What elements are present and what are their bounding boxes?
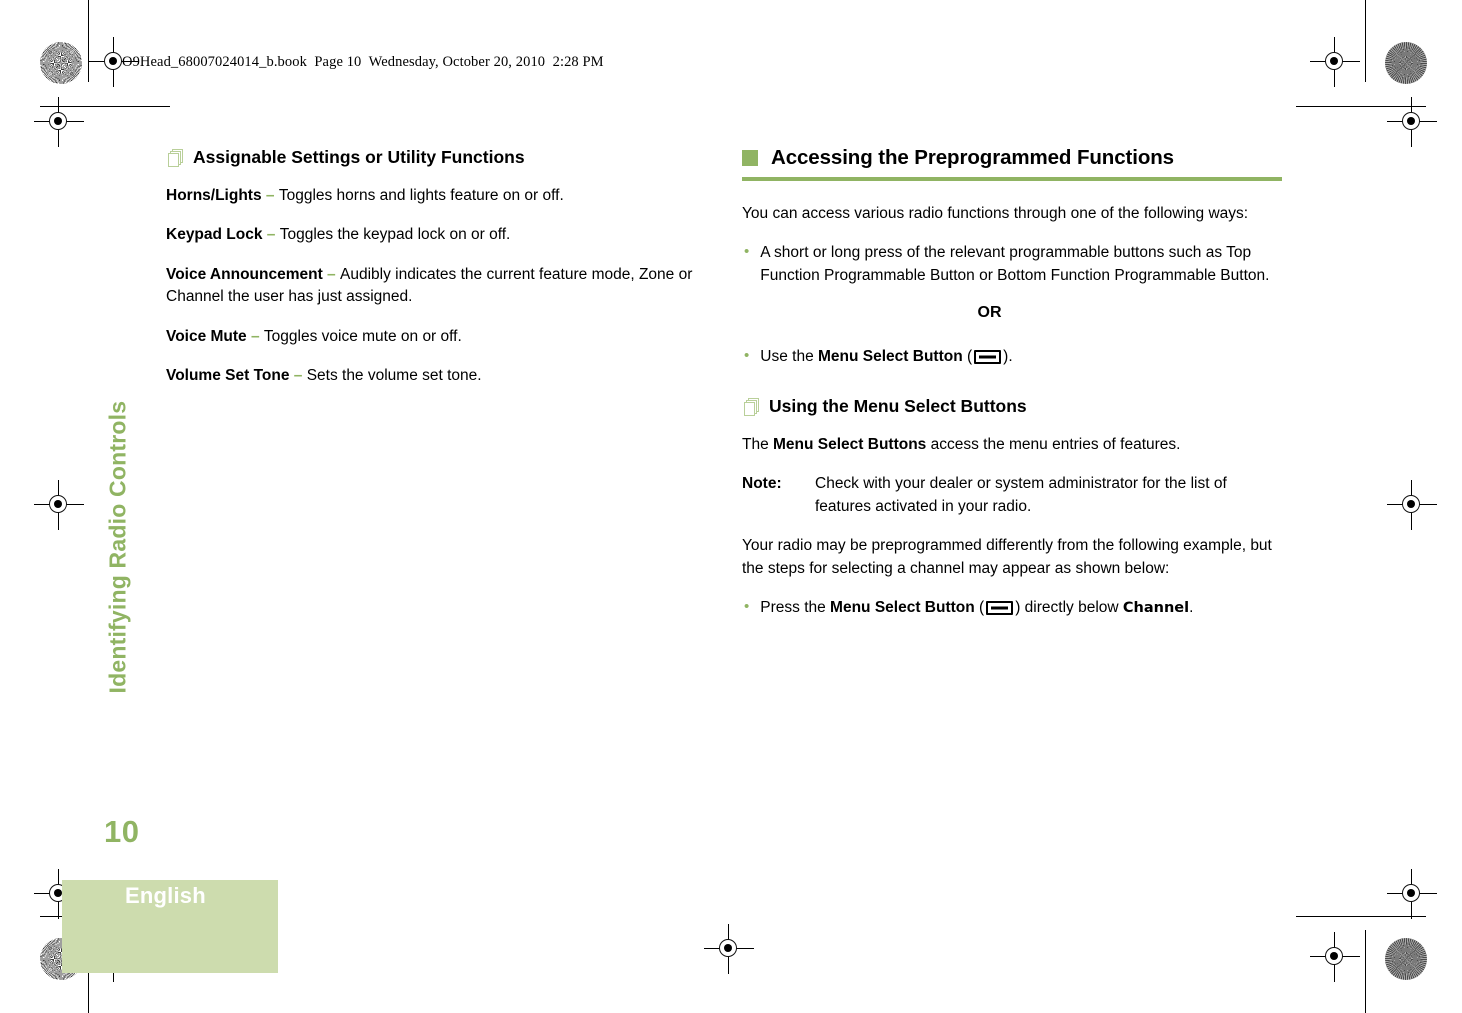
crop-line-right-top-horizontal [1296,106,1426,107]
paragraph-menu-select-buttons: The Menu Select Buttons access the menu … [742,434,1282,456]
heading-using-menu-select-buttons-label: Using the Menu Select Buttons [769,395,1027,416]
heading-using-menu-select-buttons: Using the Menu Select Buttons [742,395,1282,418]
language-label: English [125,883,206,908]
registration-mark-right-lower [1387,869,1437,919]
entry-horns-lights-dash: – [261,187,279,204]
para1-prefix: The [742,435,774,453]
entry-horns-lights: Horns/Lights – Toggles horns and lights … [166,185,706,207]
bullet-short-long-press-text: A short or long press of the relevant pr… [760,244,1270,284]
section-heading-accessing: Accessing the Preprogrammed Functions [742,146,1282,181]
starburst-calibration-mark-top-right [1385,42,1427,84]
crop-line-left-top-horizontal [40,106,170,107]
registration-mark-right-middle [1387,480,1437,530]
bullet-use-menu-select-button: • Use the Menu Select Button (). [742,346,1282,368]
right-column: Accessing the Preprogrammed Functions Yo… [742,146,1282,637]
note-label: Note: [742,475,782,493]
entry-volume-set-tone-description: Sets the volume set tone. [306,367,482,385]
left-column: Assignable Settings or Utility Functions… [166,146,706,405]
entry-voice-mute-dash: – [246,327,264,345]
bullet2-close-paren: ). [1003,348,1013,366]
crop-line-top-right-vertical [1365,0,1366,82]
bullet2-open-paren: ( [966,348,973,366]
section-heading-accessing-label: Accessing the Preprogrammed Functions [771,146,1174,169]
entry-voice-announcement: Voice Announcement – Audibly indicates t… [166,264,706,309]
bullet-press-menu-select-button: • Press the Menu Select Button () direct… [742,597,1282,619]
bullet3-prefix: Press the [760,599,831,617]
paragraph-preprogrammed-example: Your radio may be preprogrammed differen… [742,537,1272,577]
bullet-press-menu-select-button-text: Press the Menu Select Button () directly… [760,597,1282,619]
registration-mark-top-right [1310,37,1360,87]
green-square-icon [742,150,758,166]
note-body: Check with your dealer or system adminis… [815,475,1227,515]
section-heading-rule [742,177,1282,181]
entry-keypad-lock-description: Toggles the keypad lock on or off. [279,226,511,244]
chapter-side-tab: Identifying Radio Controls [104,400,131,694]
registration-mark-bottom-center [704,924,754,974]
entry-volume-set-tone: Volume Set Tone – Sets the volume set to… [166,365,706,387]
para1-bold-term: Menu Select Buttons [773,435,927,453]
pages-stack-icon [166,149,183,169]
entry-voice-announcement-term: Voice Announcement [166,265,323,283]
crop-line-bottom-right-vertical [1365,930,1366,1013]
registration-mark-bottom-right [1310,932,1360,982]
bullet3-bold-term: Menu Select Button [830,599,975,617]
para1-suffix: access the menu entries of features. [926,435,1181,453]
bullet-dot-icon: • [744,598,750,616]
bullet2-bold-term: Menu Select Button [818,348,963,366]
bullet3-period: . [1189,599,1194,617]
entry-keypad-lock-term: Keypad Lock [166,226,263,244]
bullet-use-menu-select-button-text: Use the Menu Select Button (). [760,346,1282,368]
crop-line-top-left-vertical [88,0,89,82]
bullet3-open-paren: ( [979,599,985,617]
heading-assignable-settings-label: Assignable Settings or Utility Functions [193,147,525,167]
entry-voice-mute: Voice Mute – Toggles voice mute on or of… [166,326,706,348]
starburst-calibration-mark-top-left [40,42,82,84]
or-separator-label: OR [977,304,1002,322]
screen-label-channel: Channel [1122,600,1190,617]
entry-horns-lights-term: Horns/Lights [166,187,262,204]
registration-mark-left-upper [34,97,84,147]
entry-voice-mute-term: Voice Mute [166,327,247,345]
heading-assignable-settings: Assignable Settings or Utility Functions [166,146,706,169]
bullet-dot-icon: • [744,347,750,365]
entry-voice-announcement-dash: – [322,265,340,283]
note-block: Note: Check with your dealer or system a… [742,473,1282,518]
bullet-short-long-press: • A short or long press of the relevant … [742,242,1282,287]
intro-paragraph: You can access various radio functions t… [742,205,1249,222]
bullet3-mid: directly below [1020,599,1123,617]
pages-stack-icon [742,397,759,418]
page-number: 10 [104,814,140,849]
registration-mark-right-upper [1387,97,1437,147]
entry-voice-mute-description: Toggles voice mute on or off. [263,327,462,345]
bullet-dot-icon: • [744,243,750,261]
entry-horns-lights-description: Toggles horns and lights feature on or o… [278,187,564,204]
crop-line-right-bottom-horizontal [1296,916,1426,917]
entry-keypad-lock: Keypad Lock – Toggles the keypad lock on… [166,224,706,246]
starburst-calibration-mark-bottom-right [1385,938,1427,980]
entry-keypad-lock-dash: – [262,226,280,244]
file-slug-line: O9Head_68007024014_b.book Page 10 Wednes… [122,54,604,70]
menu-select-button-icon [974,350,1002,365]
entry-volume-set-tone-term: Volume Set Tone [166,367,290,385]
menu-select-button-icon [986,601,1014,616]
registration-mark-left-middle [34,480,84,530]
entry-volume-set-tone-dash: – [289,367,307,385]
bullet2-prefix: Use the [760,348,818,366]
